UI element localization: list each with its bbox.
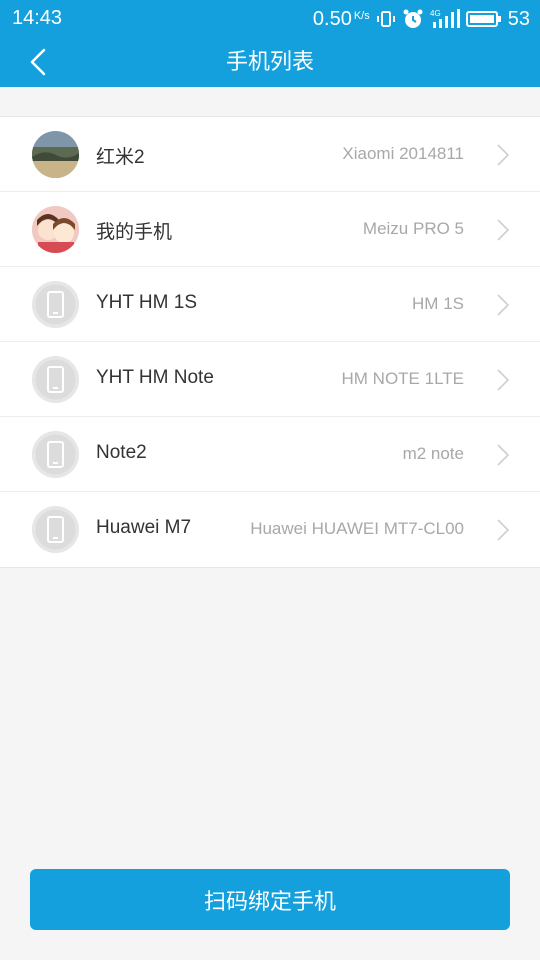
device-name: 红米2 bbox=[96, 147, 145, 168]
cartoon-photo-icon bbox=[32, 206, 79, 253]
chevron-right-icon bbox=[497, 519, 510, 541]
nav-header: 手机列表 bbox=[0, 38, 540, 87]
chevron-right-icon bbox=[497, 369, 510, 391]
network-speed: 0.50 bbox=[312, 7, 352, 30]
phone-icon bbox=[32, 356, 79, 403]
device-name: YHT HM 1S bbox=[96, 292, 198, 313]
battery-icon bbox=[465, 11, 501, 27]
device-row[interactable]: YHT HM 1S HM 1S bbox=[0, 267, 540, 342]
device-model: m2 note bbox=[402, 444, 464, 463]
scan-bind-button[interactable]: 扫码绑定手机 bbox=[30, 869, 510, 930]
alarm-icon bbox=[403, 9, 423, 28]
device-name: YHT HM Note bbox=[96, 367, 214, 388]
app-header-bar: 14:43 0.50 K/s 4G 53 手机列表 bbox=[0, 0, 540, 87]
device-list: 红米2 Xiaomi 2014811 我的手机 Meizu PRO 5 YHT … bbox=[0, 116, 540, 568]
chevron-right-icon bbox=[497, 144, 510, 166]
device-model: HM 1S bbox=[412, 294, 464, 313]
avatar bbox=[32, 356, 79, 403]
landscape-photo-icon bbox=[32, 131, 79, 178]
vibrate-icon bbox=[376, 11, 395, 27]
avatar bbox=[32, 206, 79, 253]
device-model: Huawei HUAWEI MT7-CL00 bbox=[250, 519, 464, 538]
avatar bbox=[32, 281, 79, 328]
phone-icon bbox=[32, 431, 79, 478]
status-bar: 14:43 0.50 K/s 4G 53 bbox=[0, 0, 540, 38]
status-time: 14:43 bbox=[12, 7, 63, 29]
avatar bbox=[32, 506, 79, 553]
phone-icon bbox=[32, 281, 79, 328]
device-row[interactable]: Huawei M7 Huawei HUAWEI MT7-CL00 bbox=[0, 492, 540, 567]
battery-level: 53 bbox=[507, 7, 530, 30]
device-row[interactable]: Note2 m2 note bbox=[0, 417, 540, 492]
chevron-right-icon bbox=[497, 444, 510, 466]
status-indicators: 0.50 K/s 4G 53 bbox=[313, 7, 530, 31]
svg-text:4G: 4G bbox=[430, 9, 441, 18]
device-name: Note2 bbox=[96, 442, 147, 463]
network-speed-unit: K/s bbox=[353, 10, 370, 22]
device-model: HM NOTE 1LTE bbox=[341, 369, 464, 388]
device-row[interactable]: YHT HM Note HM NOTE 1LTE bbox=[0, 342, 540, 417]
device-model: Meizu PRO 5 bbox=[362, 219, 464, 238]
chevron-right-icon bbox=[497, 294, 510, 316]
device-model: Xiaomi 2014811 bbox=[342, 144, 464, 163]
device-row[interactable]: 红米2 Xiaomi 2014811 bbox=[0, 117, 540, 192]
page-title: 手机列表 bbox=[225, 50, 314, 75]
phone-icon bbox=[32, 506, 79, 553]
device-name: 我的手机 bbox=[96, 222, 173, 243]
device-row[interactable]: 我的手机 Meizu PRO 5 bbox=[0, 192, 540, 267]
avatar bbox=[32, 431, 79, 478]
chevron-right-icon bbox=[497, 219, 510, 241]
device-name: Huawei M7 bbox=[96, 517, 192, 538]
signal-4g-icon: 4G bbox=[430, 9, 460, 28]
avatar bbox=[32, 131, 79, 178]
